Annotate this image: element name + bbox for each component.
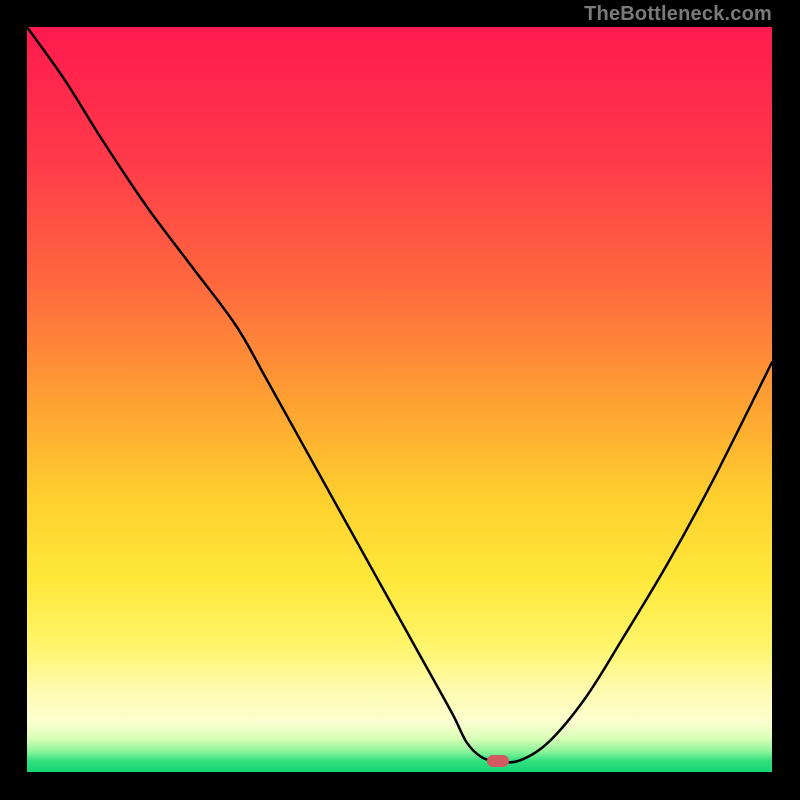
watermark-text: TheBottleneck.com [584, 3, 772, 26]
plot-area [27, 27, 772, 772]
optimal-point-marker [487, 755, 509, 767]
background-gradient [27, 27, 772, 772]
chart-frame: TheBottleneck.com [0, 0, 800, 800]
